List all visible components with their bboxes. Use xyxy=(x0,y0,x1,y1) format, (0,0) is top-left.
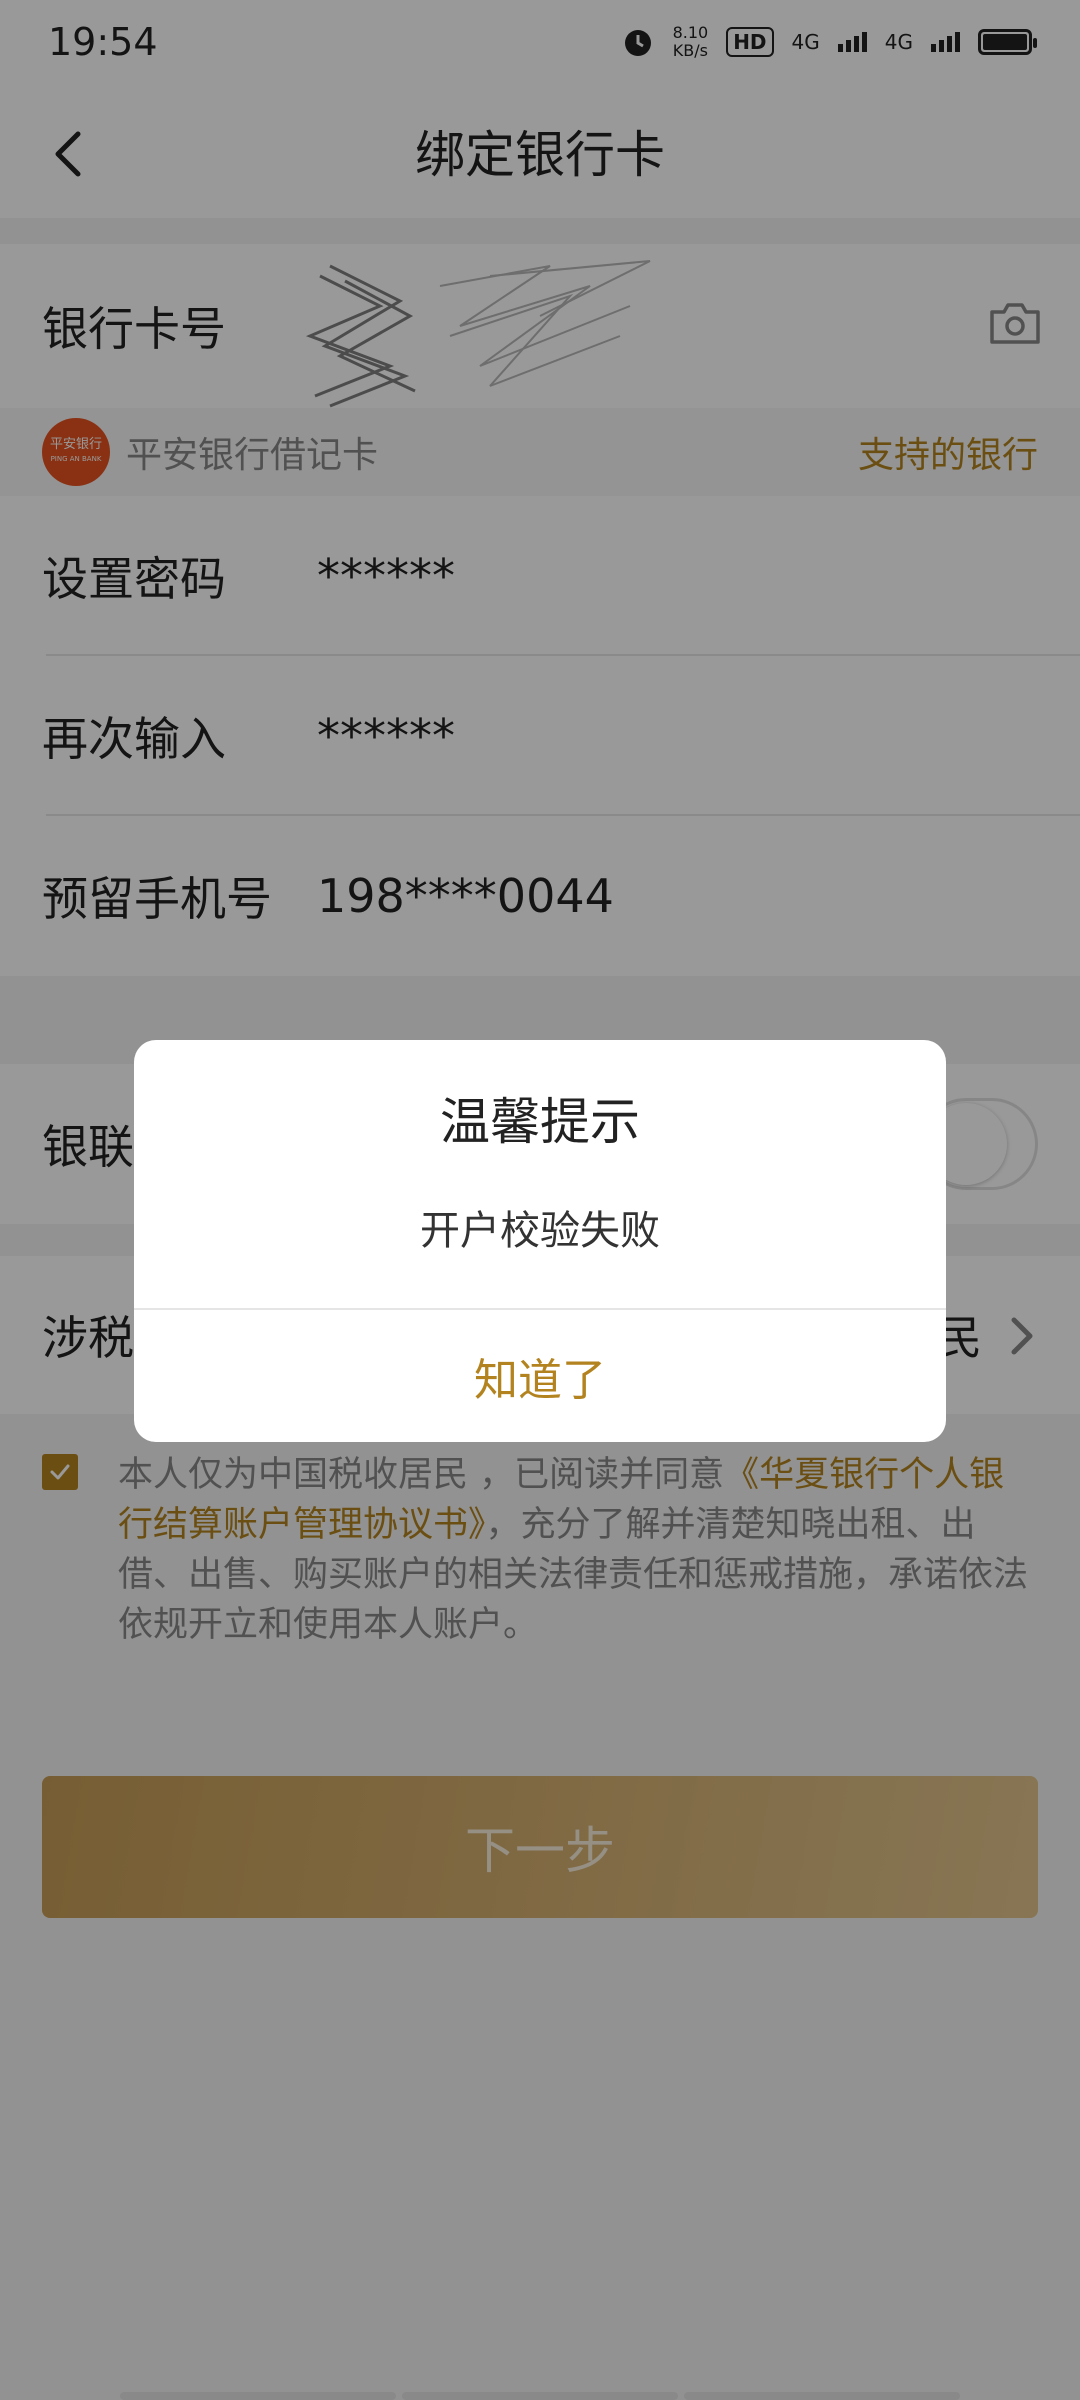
dialog-message: 开户校验失败 xyxy=(420,1208,660,1254)
alert-dialog: 温馨提示 开户校验失败 知道了 xyxy=(134,1040,946,1442)
dialog-confirm-button[interactable]: 知道了 xyxy=(134,1310,946,1442)
dialog-title: 温馨提示 xyxy=(440,1093,640,1151)
